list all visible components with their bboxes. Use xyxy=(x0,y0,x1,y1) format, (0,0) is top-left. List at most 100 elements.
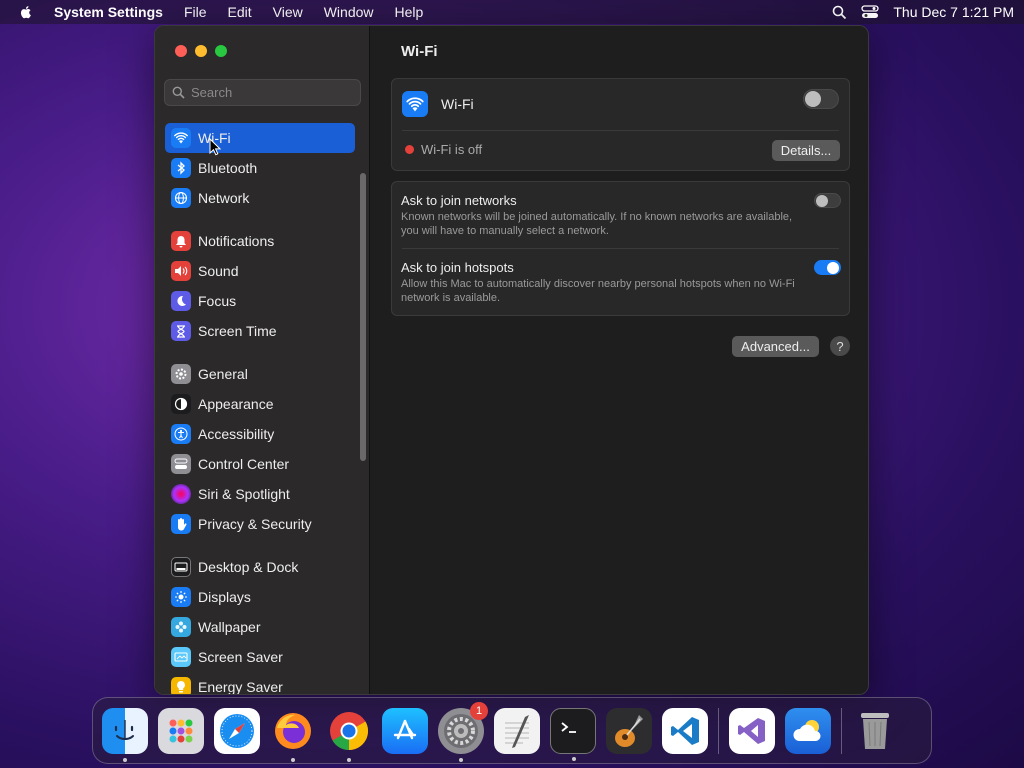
search-input[interactable] xyxy=(191,85,351,100)
sidebar-scrollbar[interactable] xyxy=(360,173,366,461)
sidebar-item-label: Sound xyxy=(198,263,239,279)
flower-icon xyxy=(171,617,191,637)
sidebar-item-label: Screen Saver xyxy=(198,649,283,665)
ask-networks-desc: Known networks will be joined automatica… xyxy=(401,211,793,237)
ask-hotspots-desc: Allow this Mac to automatically discover… xyxy=(401,278,795,304)
advanced-button[interactable]: Advanced... xyxy=(732,336,819,357)
bell-icon xyxy=(171,231,191,251)
sidebar-item-focus[interactable]: Focus xyxy=(165,286,355,316)
help-button[interactable]: ? xyxy=(830,336,850,356)
terminal-icon[interactable] xyxy=(550,707,596,761)
content-pane: Wi-Fi Wi-Fi Wi-Fi is off Details... Ask … xyxy=(370,26,868,694)
hand-icon xyxy=(171,514,191,534)
sidebar-item-sound[interactable]: Sound xyxy=(165,256,355,286)
sidebar-item-general[interactable]: General xyxy=(165,359,355,389)
siri-icon xyxy=(171,484,191,504)
sidebar-item-energy-saver[interactable]: Energy Saver xyxy=(165,672,355,694)
dock-separator xyxy=(718,707,719,754)
textedit-icon[interactable] xyxy=(494,707,540,754)
sidebar-item-appearance[interactable]: Appearance xyxy=(165,389,355,419)
menu-file[interactable]: File xyxy=(184,4,207,20)
visual-studio-icon[interactable] xyxy=(729,707,775,754)
sidebar-item-label: Wallpaper xyxy=(198,619,261,635)
details-button[interactable]: Details... xyxy=(772,140,840,161)
sidebar-item-wallpaper[interactable]: Wallpaper xyxy=(165,612,355,642)
running-indicator xyxy=(123,757,127,762)
sidebar-item-accessibility[interactable]: Accessibility xyxy=(165,419,355,449)
zoom-button[interactable] xyxy=(215,45,227,57)
ask-hotspots-title: Ask to join hotspots xyxy=(401,260,514,275)
search-icon[interactable] xyxy=(832,5,847,20)
page-title: Wi-Fi xyxy=(401,43,438,60)
sidebar-item-screen-time[interactable]: Screen Time xyxy=(165,316,355,346)
dock: 1 xyxy=(92,697,932,764)
sidebar-item-displays[interactable]: Displays xyxy=(165,582,355,612)
gear-icon xyxy=(171,364,191,384)
garageband-icon[interactable] xyxy=(606,707,652,754)
wifi-toggle[interactable] xyxy=(803,89,839,109)
screen-saver-icon xyxy=(171,647,191,667)
sidebar-item-desktop-dock[interactable]: Desktop & Dock xyxy=(165,552,355,582)
wifi-icon xyxy=(402,91,428,117)
menu-clock[interactable]: Thu Dec 7 1:21 PM xyxy=(893,4,1014,20)
menu-bar: System Settings File Edit View Window He… xyxy=(0,0,1024,24)
divider xyxy=(402,248,839,249)
moon-icon xyxy=(171,291,191,311)
sidebar-item-label: Displays xyxy=(198,589,251,605)
firefox-icon[interactable] xyxy=(270,708,316,762)
sidebar-item-label: Focus xyxy=(198,293,237,309)
join-options-panel: Ask to join networks Known networks will… xyxy=(391,181,850,316)
sidebar-item-label: Control Center xyxy=(198,456,290,472)
app-store-icon[interactable] xyxy=(382,707,428,754)
close-button[interactable] xyxy=(175,45,187,57)
sidebar-item-network[interactable]: Network xyxy=(165,183,355,213)
menu-window[interactable]: Window xyxy=(324,4,374,20)
search-icon xyxy=(172,86,185,99)
sidebar-item-siri-spotlight[interactable]: Siri & Spotlight xyxy=(165,479,355,509)
accessibility-icon xyxy=(171,424,191,444)
sidebar-item-privacy-security[interactable]: Privacy & Security xyxy=(165,509,355,539)
wifi-status: Wi-Fi is off xyxy=(405,142,482,157)
status-dot xyxy=(405,145,414,154)
menu-help[interactable]: Help xyxy=(395,4,424,20)
divider xyxy=(402,130,839,131)
running-indicator xyxy=(347,757,351,762)
dock-icon xyxy=(171,557,191,577)
sidebar-item-label: Network xyxy=(198,190,250,206)
sidebar-item-wifi[interactable]: Wi-Fi xyxy=(165,123,355,153)
apple-menu-icon[interactable] xyxy=(18,4,34,20)
wifi-panel: Wi-Fi Wi-Fi is off Details... xyxy=(391,78,850,171)
chrome-icon[interactable] xyxy=(326,708,372,762)
system-settings-icon[interactable]: 1 xyxy=(438,701,488,762)
sidebar-item-screen-saver[interactable]: Screen Saver xyxy=(165,642,355,672)
menu-edit[interactable]: Edit xyxy=(228,4,252,20)
minimize-button[interactable] xyxy=(195,45,207,57)
sidebar-item-control-center[interactable]: Control Center xyxy=(165,449,355,479)
weather-icon[interactable] xyxy=(785,707,831,754)
hourglass-icon xyxy=(171,321,191,341)
ask-hotspots-toggle[interactable] xyxy=(814,260,841,275)
launchpad-icon[interactable] xyxy=(158,707,204,754)
safari-icon[interactable] xyxy=(214,707,260,754)
settings-window: Wi-Fi Bluetooth Network Notifications So… xyxy=(154,25,869,695)
appearance-icon xyxy=(171,394,191,414)
vscode-icon[interactable] xyxy=(662,707,708,754)
search-field[interactable] xyxy=(164,79,361,106)
ask-networks-toggle[interactable] xyxy=(814,193,841,208)
sidebar-item-bluetooth[interactable]: Bluetooth xyxy=(165,153,355,183)
sidebar-item-label: Privacy & Security xyxy=(198,516,312,532)
sidebar-item-label: Appearance xyxy=(198,396,274,412)
wifi-status-text: Wi-Fi is off xyxy=(421,142,483,157)
menu-view[interactable]: View xyxy=(273,4,303,20)
globe-icon xyxy=(171,188,191,208)
wifi-row: Wi-Fi xyxy=(402,91,474,117)
running-indicator xyxy=(291,757,295,762)
dock-separator xyxy=(841,707,842,754)
trash-icon[interactable] xyxy=(852,708,898,754)
sidebar-item-notifications[interactable]: Notifications xyxy=(165,226,355,256)
wifi-icon xyxy=(171,128,191,148)
finder-icon[interactable] xyxy=(102,707,148,762)
menu-app-name[interactable]: System Settings xyxy=(54,4,163,20)
control-center-icon[interactable] xyxy=(861,5,880,19)
sidebar-item-label: General xyxy=(198,366,248,382)
